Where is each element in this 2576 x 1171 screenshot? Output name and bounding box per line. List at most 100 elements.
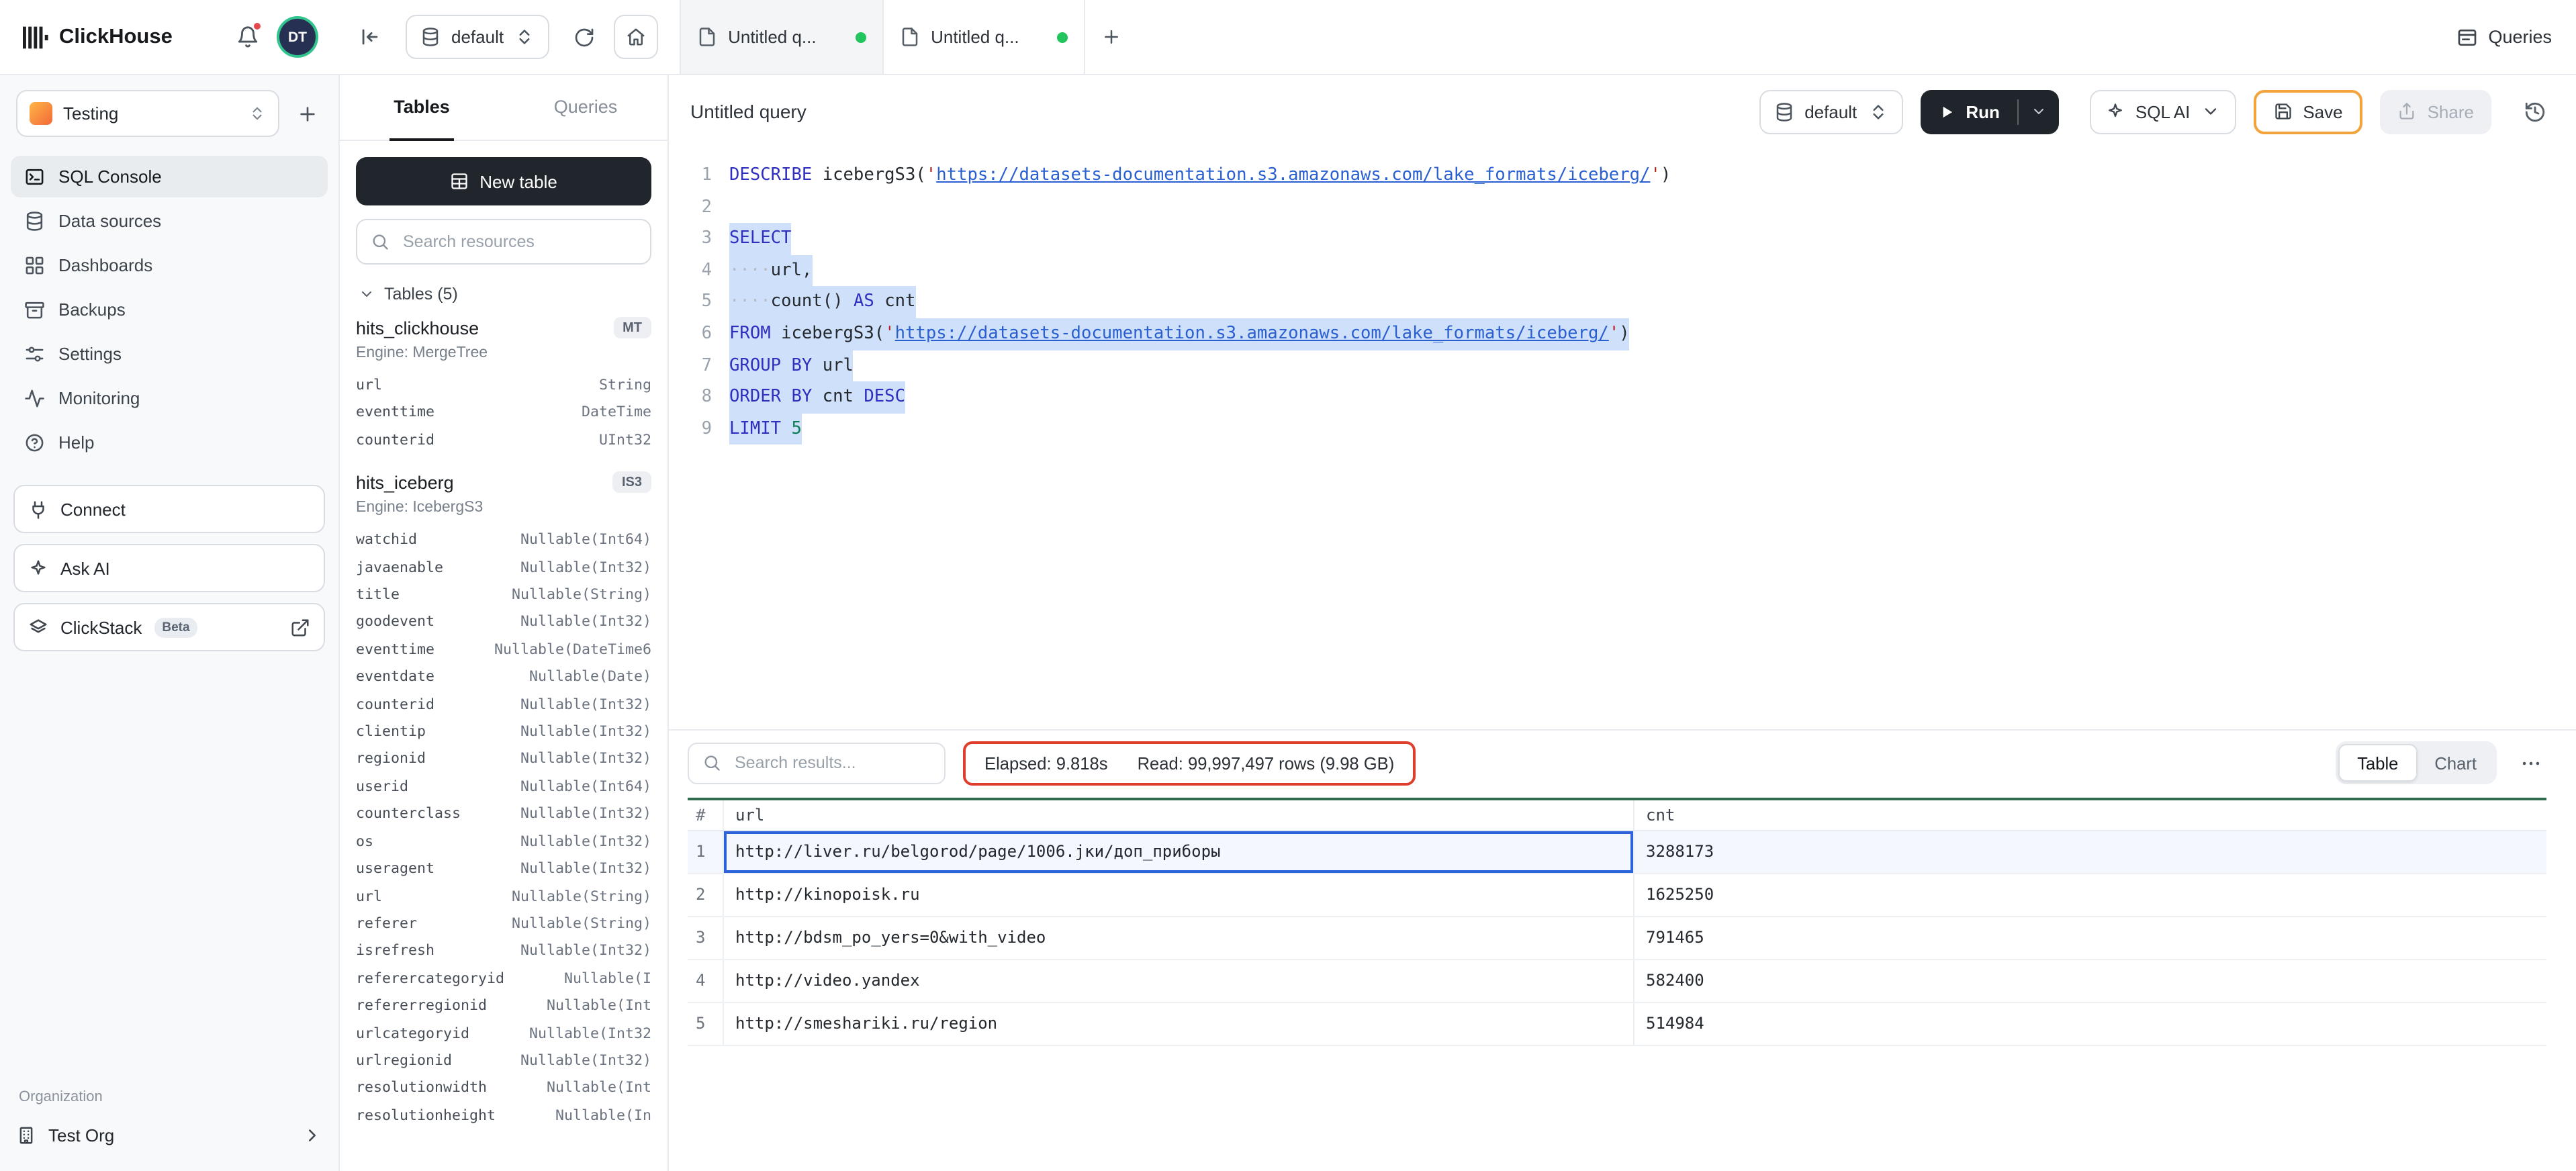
editor-database-selector[interactable]: default [1759,89,1902,134]
line-number: 3 [669,223,712,254]
cnt-cell[interactable]: 514984 [1633,1002,2546,1045]
terminal-icon [24,167,45,187]
user-avatar[interactable]: DT [279,19,316,55]
new-tab-button[interactable] [1085,0,1136,74]
clickstack-button[interactable]: ClickStackBeta [13,603,325,651]
queries-button[interactable]: Queries [2456,26,2552,48]
table-icon [450,172,469,191]
column-row: osNullable(Int32) [356,828,651,855]
table-engine: Engine: MergeTree [356,345,651,361]
more-icon [2519,751,2542,774]
cnt-cell[interactable]: 1625250 [1633,873,2546,916]
column-row: isrefreshNullable(Int32) [356,938,651,966]
results-column-header[interactable]: # [688,799,723,830]
tables-group-header[interactable]: Tables (5) [356,285,651,303]
resources-tab-label: Queries [550,75,622,141]
sidebar-item-help[interactable]: Help [11,422,328,463]
new-table-button[interactable]: New table [356,157,651,205]
save-button[interactable]: Save [2253,89,2362,134]
topbar-left: ClickHouse DT [0,0,340,74]
add-workspace-button[interactable] [290,96,325,131]
row-number-cell: 4 [688,959,723,1002]
url-cell[interactable]: http://video.yandex [723,959,1633,1002]
query-tab[interactable]: Untitled q... [680,0,882,74]
run-options-button[interactable] [2019,89,2059,134]
chevron-down-icon [2031,103,2047,120]
column-row: urlNullable(String) [356,883,651,910]
results-body: 1http://liver.ru/belgorod/page/1006.jки/… [688,830,2546,1045]
sidebar-item-dashboards[interactable]: Dashboards [11,244,328,286]
run-label: Run [1966,101,2000,122]
sql-editor[interactable]: 1DESCRIBE icebergS3('https://datasets-do… [669,148,2576,729]
chevron-updown-icon [514,27,535,47]
column-row: counteridNullable(Int32) [356,691,651,718]
collapse-panel-button[interactable] [359,26,381,48]
topbar-main: default Untitled q...Untitled q... Queri… [340,0,2576,74]
url-cell[interactable]: http://smeshariki.ru/region [723,1002,1633,1045]
cnt-cell[interactable]: 3288173 [1633,830,2546,873]
beta-badge: Beta [154,617,197,637]
results-column-header[interactable]: cnt [1633,799,2546,830]
sidebar-item-backups[interactable]: Backups [11,289,328,330]
results-search-input[interactable] [732,752,931,774]
resources-search-input[interactable] [400,231,637,252]
resources-tab-queries[interactable]: Queries [504,75,668,140]
column-row: referercategoryidNullable(I [356,965,651,992]
read-text: Read: 99,997,497 rows (9.98 GB) [1138,753,1395,773]
results-column-header[interactable]: url [723,799,1633,830]
results-row[interactable]: 3http://bdsm_po_yers=0&with_video791465 [688,916,2546,959]
ask-ai-button[interactable]: Ask AI [13,544,325,592]
editor-header: Untitled query default Run SQL AI [669,75,2576,148]
organization-selector[interactable]: Test Org [16,1115,322,1155]
query-history-button[interactable] [2514,91,2555,132]
url-cell[interactable]: http://kinopoisk.ru [723,873,1633,916]
results-row[interactable]: 5http://smeshariki.ru/region514984 [688,1002,2546,1045]
home-button[interactable] [614,15,658,59]
sidebar-item-settings[interactable]: Settings [11,333,328,375]
sidebar-item-label: SQL Console [58,167,162,187]
layers-icon [28,617,48,637]
plus-icon [1101,27,1121,47]
table-item[interactable]: hits_icebergIS3Engine: IcebergS3watchidN… [356,471,651,1129]
workspace-selector[interactable]: Testing [16,90,279,137]
column-row: goodeventNullable(Int32) [356,609,651,637]
clickhouse-logo[interactable]: ClickHouse [21,25,173,49]
view-toggle-chart[interactable]: Chart [2417,744,2494,782]
organization-name: Test Org [48,1125,114,1145]
cnt-cell[interactable]: 791465 [1633,916,2546,959]
sidebar-nav: SQL Console Data sourcesDashboardsBackups… [0,148,338,463]
unsaved-indicator [856,32,866,42]
url-cell[interactable]: http://bdsm_po_yers=0&with_video [723,916,1633,959]
archive-icon [24,299,45,320]
sql-ai-selector[interactable]: SQL AI [2090,89,2236,134]
results-row[interactable]: 4http://video.yandex582400 [688,959,2546,1002]
shortcut-label: Ask AI [60,558,110,578]
column-row: urlcategoryidNullable(Int32 [356,1020,651,1047]
refresh-button[interactable] [573,26,595,48]
share-button[interactable]: Share [2381,89,2491,134]
url-cell[interactable]: http://liver.ru/belgorod/page/1006.jки/д… [723,830,1633,873]
topbar-database-selector[interactable]: default [406,15,549,59]
column-row: urlregionidNullable(Int32) [356,1047,651,1075]
results-more-button[interactable] [2514,751,2546,774]
file-icon [900,27,920,47]
logo-bars-icon [21,25,48,49]
table-item[interactable]: hits_clickhouseMTEngine: MergeTreeurlStr… [356,317,651,454]
chevron-right-icon [302,1125,322,1145]
cnt-cell[interactable]: 582400 [1633,959,2546,1002]
run-button[interactable]: Run [1920,89,2017,134]
line-number: 6 [669,318,712,350]
results-row[interactable]: 2http://kinopoisk.ru1625250 [688,873,2546,916]
sidebar-item-monitoring[interactable]: Monitoring [11,377,328,419]
chevron-updown-icon [1868,101,1888,122]
notifications-button[interactable] [231,21,263,53]
workspace-icon [30,102,52,125]
view-toggle-table[interactable]: Table [2338,744,2417,782]
resources-tab-tables[interactable]: Tables [340,75,504,140]
sidebar-item-data-sources[interactable]: Data sources [11,200,328,242]
sidebar-item-sql-console[interactable]: SQL Console [11,156,328,197]
results-row[interactable]: 1http://liver.ru/belgorod/page/1006.jки/… [688,830,2546,873]
line-number: 5 [669,287,712,318]
connect-button[interactable]: Connect [13,485,325,533]
query-tab[interactable]: Untitled q... [882,0,1085,74]
